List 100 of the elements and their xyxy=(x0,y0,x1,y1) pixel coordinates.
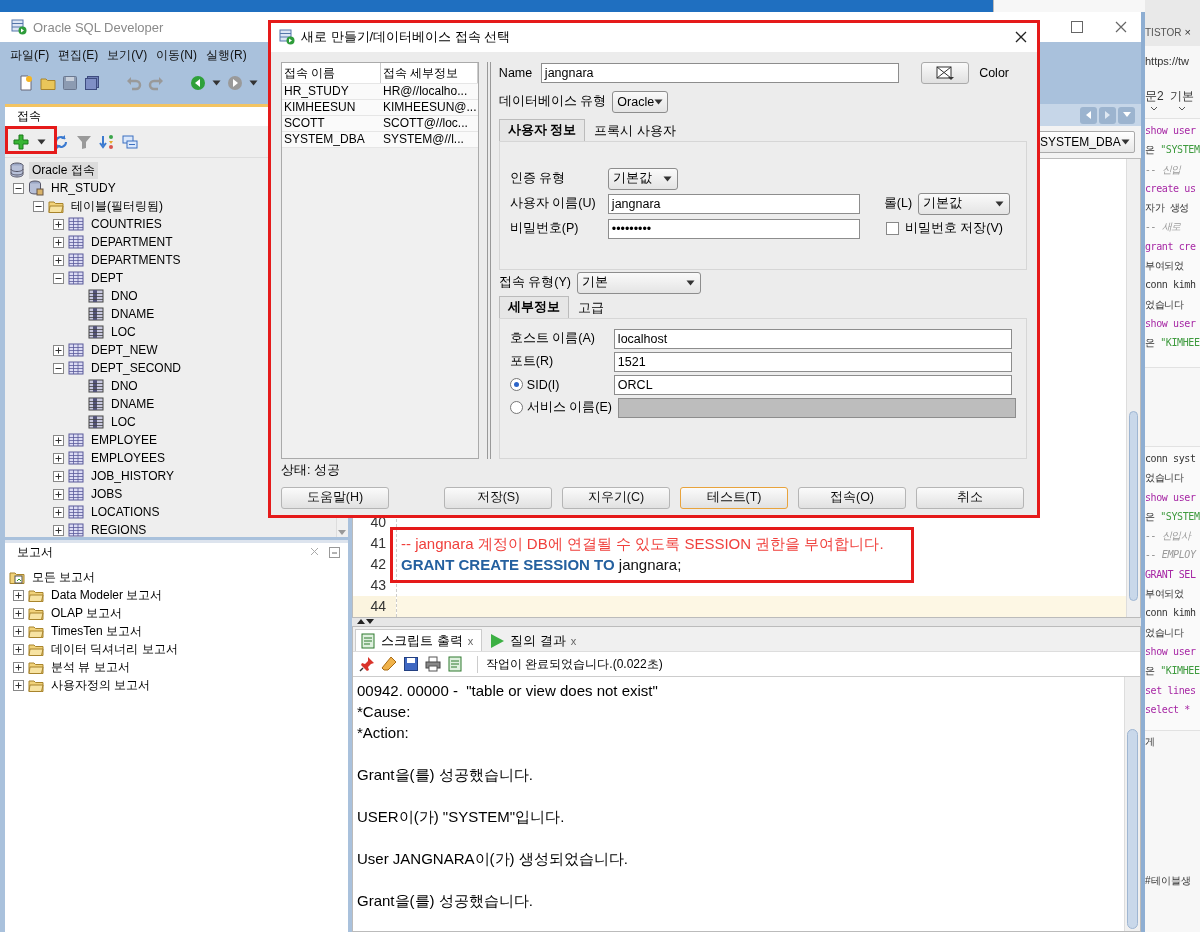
tree-item[interactable]: 데이터 딕셔너리 보고서 xyxy=(48,640,181,658)
table-cell[interactable]: HR_STUDY xyxy=(282,83,381,99)
tree-item[interactable]: REGIONS xyxy=(88,523,150,537)
connection-type-select[interactable]: 기본 xyxy=(577,271,701,294)
checkbox[interactable] xyxy=(885,222,899,236)
tree-item[interactable]: EMPLOYEE xyxy=(88,433,161,447)
expand-icon[interactable] xyxy=(53,344,64,356)
save-icon[interactable] xyxy=(403,656,419,672)
dialog-button[interactable]: 지우기(C) xyxy=(562,486,670,509)
menu-item[interactable]: 이동(N) xyxy=(156,46,197,64)
maximize-icon[interactable] xyxy=(1071,21,1083,33)
table-cell[interactable]: KIMHEESUN@... xyxy=(381,99,478,115)
collapse-all-icon[interactable] xyxy=(122,133,138,150)
output-tab[interactable]: 질의 결과 x xyxy=(484,629,586,651)
tree-item[interactable]: TimesTen 보고서 xyxy=(48,622,145,640)
name-field[interactable]: jangnara xyxy=(540,62,899,83)
column-header[interactable]: 접속 이름 xyxy=(282,62,381,83)
expand-icon[interactable] xyxy=(13,625,24,637)
expand-icon[interactable] xyxy=(13,589,24,601)
tree-item[interactable]: DEPT xyxy=(88,271,126,285)
tree-item[interactable]: DNAME xyxy=(108,307,158,321)
plus-icon[interactable] xyxy=(12,132,30,151)
tree-item[interactable]: OLAP 보고서 xyxy=(48,604,126,622)
sid-field[interactable]: ORCL xyxy=(613,374,1012,395)
tree-item[interactable]: COUNTRIES xyxy=(88,217,165,231)
role-select[interactable]: 기본값 xyxy=(918,192,1011,215)
toolbar-item[interactable]: 문2 xyxy=(1145,88,1164,111)
dialog-tab[interactable]: 사용자 정보 xyxy=(498,118,586,141)
menu-item[interactable]: 파일(F) xyxy=(10,46,50,64)
expand-icon[interactable] xyxy=(53,452,64,464)
dialog-button[interactable]: 저장(S) xyxy=(444,486,552,509)
collapse-icon[interactable] xyxy=(13,182,24,194)
tree-item[interactable]: 분석 뷰 보고서 xyxy=(48,658,133,676)
tree-item[interactable]: LOC xyxy=(108,415,139,429)
tree-item[interactable]: DEPT_SECOND xyxy=(88,361,185,375)
collapse-icon[interactable] xyxy=(33,200,44,212)
panel-title[interactable]: 접속 xyxy=(17,108,41,125)
tree-item[interactable]: JOBS xyxy=(88,487,126,501)
checkbox-label[interactable]: 비밀번호 저장(V) xyxy=(904,220,1003,238)
tab-close[interactable]: × xyxy=(1184,26,1191,38)
table-cell[interactable]: SYSTEM@//l... xyxy=(381,131,478,147)
tree-item[interactable]: EMPLOYEES xyxy=(88,451,169,465)
tree-item[interactable]: DEPT_NEW xyxy=(88,343,161,357)
tree-item[interactable]: DEPARTMENT xyxy=(88,235,176,249)
expand-icon[interactable] xyxy=(13,607,24,619)
tree-item[interactable]: 모든 보고서 xyxy=(29,568,99,586)
password-field[interactable]: ••••••••• xyxy=(607,218,860,239)
help-button[interactable]: 도움말(H) xyxy=(281,486,389,509)
expand-icon[interactable] xyxy=(53,524,64,536)
menu-item[interactable]: 편집(E) xyxy=(58,46,99,64)
menu-item[interactable]: 실행(R) xyxy=(206,46,247,64)
dialog-button[interactable]: 취소 xyxy=(916,486,1024,509)
tree-item[interactable]: Data Modeler 보고서 xyxy=(48,586,166,604)
save-all-icon[interactable] xyxy=(84,75,100,91)
toolbar-item[interactable]: 기본 xyxy=(1169,88,1194,111)
tree-item[interactable]: LOC xyxy=(108,325,139,339)
expand-icon[interactable] xyxy=(53,488,64,500)
expand-icon[interactable] xyxy=(53,434,64,446)
panel-title[interactable]: 보고서 xyxy=(17,544,53,561)
output-tab[interactable]: 스크립트 출력 x xyxy=(355,629,483,651)
host-field[interactable]: localhost xyxy=(613,328,1012,349)
column-header[interactable]: 접속 세부정보 xyxy=(381,62,478,83)
tree-item[interactable]: DEPARTMENTS xyxy=(88,253,184,267)
print-icon[interactable] xyxy=(425,656,441,672)
expand-icon[interactable] xyxy=(53,470,64,482)
close-icon[interactable] xyxy=(1015,31,1027,44)
dialog-button[interactable]: 테스트(T) xyxy=(680,486,788,509)
expand-icon[interactable] xyxy=(13,679,24,691)
scrollbar[interactable] xyxy=(1124,677,1140,931)
minimize-icon[interactable] xyxy=(329,547,340,558)
expand-icon[interactable] xyxy=(53,254,64,266)
tree-root-label[interactable]: Oracle 접속 xyxy=(29,161,98,179)
tag-link[interactable]: #테이블생 xyxy=(1145,874,1200,888)
pin-icon[interactable] xyxy=(359,656,375,672)
database-type-select[interactable]: Oracle xyxy=(612,90,669,113)
expand-icon[interactable] xyxy=(53,236,64,248)
scrollbar[interactable] xyxy=(1126,159,1140,617)
tree-item[interactable]: DNAME xyxy=(108,397,158,411)
tree-item[interactable]: 테이블(필터링됨) xyxy=(68,197,166,215)
menu-item[interactable]: 보기(V) xyxy=(107,46,148,64)
table-cell[interactable]: HR@//localho... xyxy=(381,83,478,99)
table-cell[interactable]: KIMHEESUN xyxy=(282,99,381,115)
address-bar[interactable]: https://tw xyxy=(1145,46,1200,76)
table-cell[interactable]: SCOTT@//loc... xyxy=(381,115,478,131)
new-file-icon[interactable] xyxy=(18,75,34,91)
radio-option[interactable]: SID(I) xyxy=(509,377,608,392)
table-cell[interactable]: SYSTEM_DBA xyxy=(282,131,381,147)
schema-browser-icon[interactable] xyxy=(99,133,115,150)
port-field[interactable]: 1521 xyxy=(613,351,1012,372)
tree-item[interactable]: DNO xyxy=(108,289,141,303)
tree-item[interactable]: LOCATIONS xyxy=(88,505,163,519)
forward-icon[interactable] xyxy=(227,75,243,91)
tree-item[interactable]: 사용자정의 보고서 xyxy=(48,676,154,694)
browser-tab[interactable]: TISTOR xyxy=(1145,26,1182,38)
dialog-tab[interactable]: 프록시 사용자 xyxy=(585,120,685,141)
expand-icon[interactable] xyxy=(13,643,24,655)
eraser-icon[interactable] xyxy=(381,656,397,672)
dialog-tab[interactable]: 고급 xyxy=(568,297,613,318)
expand-icon[interactable] xyxy=(53,506,64,518)
back-icon[interactable] xyxy=(190,75,206,91)
